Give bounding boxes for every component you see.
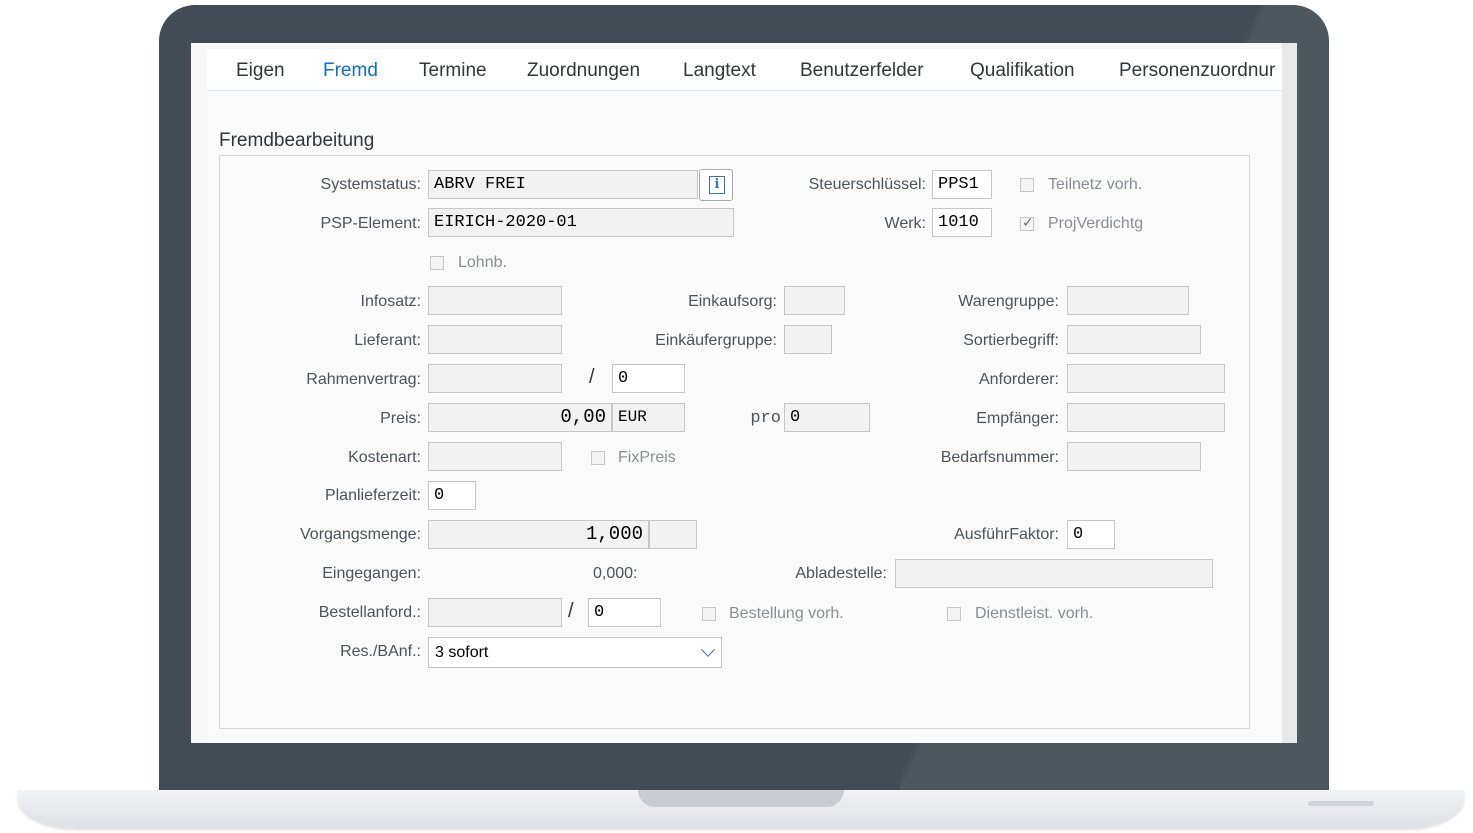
res-banf-label: Res./BAnf.:: [340, 643, 421, 660]
sortierbegriff-field[interactable]: [1067, 325, 1201, 354]
dienstleist-label: Dienstleist. vorh.: [975, 605, 1094, 622]
empfaenger-label: Empfänger:: [976, 410, 1059, 427]
kostenart-label: Kostenart:: [348, 449, 421, 466]
bestellanford-separator: /: [568, 600, 574, 622]
kostenart-field[interactable]: [428, 442, 562, 471]
preis-label: Preis:: [380, 410, 421, 427]
lohnb-label: Lohnb.: [458, 254, 507, 271]
ausfuehrfaktor-field[interactable]: 0: [1067, 520, 1115, 549]
rahmenvertrag-separator: /: [589, 366, 595, 388]
einkaufsorg-label: Einkaufsorg:: [688, 293, 777, 310]
planlieferzeit-label: Planlieferzeit:: [324, 487, 421, 504]
vertical-scrollbar[interactable]: [1282, 43, 1297, 743]
systemstatus-field[interactable]: ABRV FREI: [428, 170, 698, 199]
steuerschluessel-label: Steuerschlüssel:: [808, 176, 926, 193]
content-panel: Eigen Fremd Termine Zuordnungen Langtext…: [207, 49, 1282, 743]
einkaufsorg-field[interactable]: [784, 286, 845, 315]
laptop-notch: [638, 790, 844, 807]
laptop-indicator: [1308, 801, 1374, 806]
warengruppe-label: Warengruppe:: [958, 293, 1059, 310]
info-icon: i: [709, 176, 725, 194]
steuerschluessel-field[interactable]: PPS1: [932, 170, 992, 199]
preis-field[interactable]: 0,00: [428, 403, 612, 432]
werk-label: Werk:: [884, 215, 926, 232]
tab-personenzuordnung[interactable]: Personenzuordnur: [1119, 60, 1275, 82]
bestellung-checkbox[interactable]: [702, 607, 716, 621]
status-info-button[interactable]: i: [699, 169, 733, 201]
rahmenvertrag-position-field[interactable]: 0: [612, 364, 685, 393]
tab-eigen[interactable]: Eigen: [236, 60, 285, 82]
rahmenvertrag-label: Rahmenvertrag:: [306, 371, 421, 388]
checkmark-icon: ✓: [1022, 214, 1034, 230]
eingegangen-value: 0,000:: [593, 565, 638, 582]
sortierbegriff-label: Sortierbegriff:: [963, 332, 1059, 349]
anforderer-field[interactable]: [1067, 364, 1225, 393]
tab-qualifikation[interactable]: Qualifikation: [970, 60, 1075, 82]
psp-element-field[interactable]: EIRICH-2020-01: [428, 208, 734, 237]
group-title: Fremdbearbeitung: [219, 130, 375, 151]
systemstatus-label: Systemstatus:: [320, 176, 421, 193]
teilnetz-checkbox[interactable]: [1020, 178, 1034, 192]
res-banf-select[interactable]: 3 sofort: [428, 637, 722, 668]
fixpreis-checkbox[interactable]: [591, 451, 605, 465]
bestellanford-field[interactable]: [428, 598, 562, 627]
tab-strip: Eigen Fremd Termine Zuordnungen Langtext…: [207, 49, 1282, 91]
teilnetz-label: Teilnetz vorh.: [1048, 176, 1143, 193]
projverdichtg-checkbox[interactable]: ✓: [1020, 214, 1034, 231]
tab-langtext[interactable]: Langtext: [683, 60, 756, 82]
bestellanford-label: Bestellanford.:: [318, 604, 421, 621]
mengeneinheit-field[interactable]: [649, 520, 697, 549]
tab-termine[interactable]: Termine: [419, 60, 487, 82]
psp-element-label: PSP-Element:: [320, 215, 421, 232]
vorgangsmenge-label: Vorgangsmenge:: [300, 526, 421, 543]
chevron-down-icon: [700, 642, 716, 657]
rahmenvertrag-field[interactable]: [428, 364, 562, 393]
fremdbearbeitung-group: Systemstatus: ABRV FREI i Steuerschlüsse…: [219, 155, 1250, 729]
abladestelle-label: Abladestelle:: [795, 565, 887, 582]
dienstleist-checkbox[interactable]: [947, 607, 961, 621]
infosatz-label: Infosatz:: [360, 293, 421, 310]
bestellanford-position-field[interactable]: 0: [588, 598, 661, 627]
werk-field[interactable]: 1010: [932, 208, 992, 237]
ausfuehrfaktor-label: AusführFaktor:: [954, 526, 1059, 543]
res-banf-value: 3 sofort: [435, 644, 489, 661]
lieferant-label: Lieferant:: [354, 332, 421, 349]
tab-benutzerfelder[interactable]: Benutzerfelder: [800, 60, 924, 82]
bedarfsnummer-label: Bedarfsnummer:: [940, 449, 1059, 466]
screen: Eigen Fremd Termine Zuordnungen Langtext…: [191, 43, 1297, 743]
empfaenger-field[interactable]: [1067, 403, 1225, 432]
fixpreis-label: FixPreis: [618, 449, 676, 466]
eingegangen-label: Eingegangen:: [322, 565, 421, 582]
vorgangsmenge-field[interactable]: 1,000: [428, 520, 649, 549]
pro-label: pro: [750, 409, 781, 428]
lieferant-field[interactable]: [428, 325, 562, 354]
anforderer-label: Anforderer:: [978, 371, 1059, 388]
planlieferzeit-field[interactable]: 0: [428, 481, 476, 510]
pro-field[interactable]: 0: [784, 403, 870, 432]
tab-zuordnungen[interactable]: Zuordnungen: [527, 60, 640, 82]
warengruppe-field[interactable]: [1067, 286, 1189, 315]
abladestelle-field[interactable]: [895, 559, 1213, 588]
einkaeufergruppe-field[interactable]: [784, 325, 832, 354]
bedarfsnummer-field[interactable]: [1067, 442, 1201, 471]
waehrung-field[interactable]: EUR: [612, 403, 685, 432]
einkaeufergruppe-label: Einkäufergruppe:: [655, 332, 777, 349]
bestellung-label: Bestellung vorh.: [729, 605, 844, 622]
tab-fremd[interactable]: Fremd: [323, 60, 378, 82]
lohnb-checkbox[interactable]: [430, 256, 444, 270]
projverdichtg-label: ProjVerdichtg: [1048, 215, 1144, 232]
infosatz-field[interactable]: [428, 286, 562, 315]
